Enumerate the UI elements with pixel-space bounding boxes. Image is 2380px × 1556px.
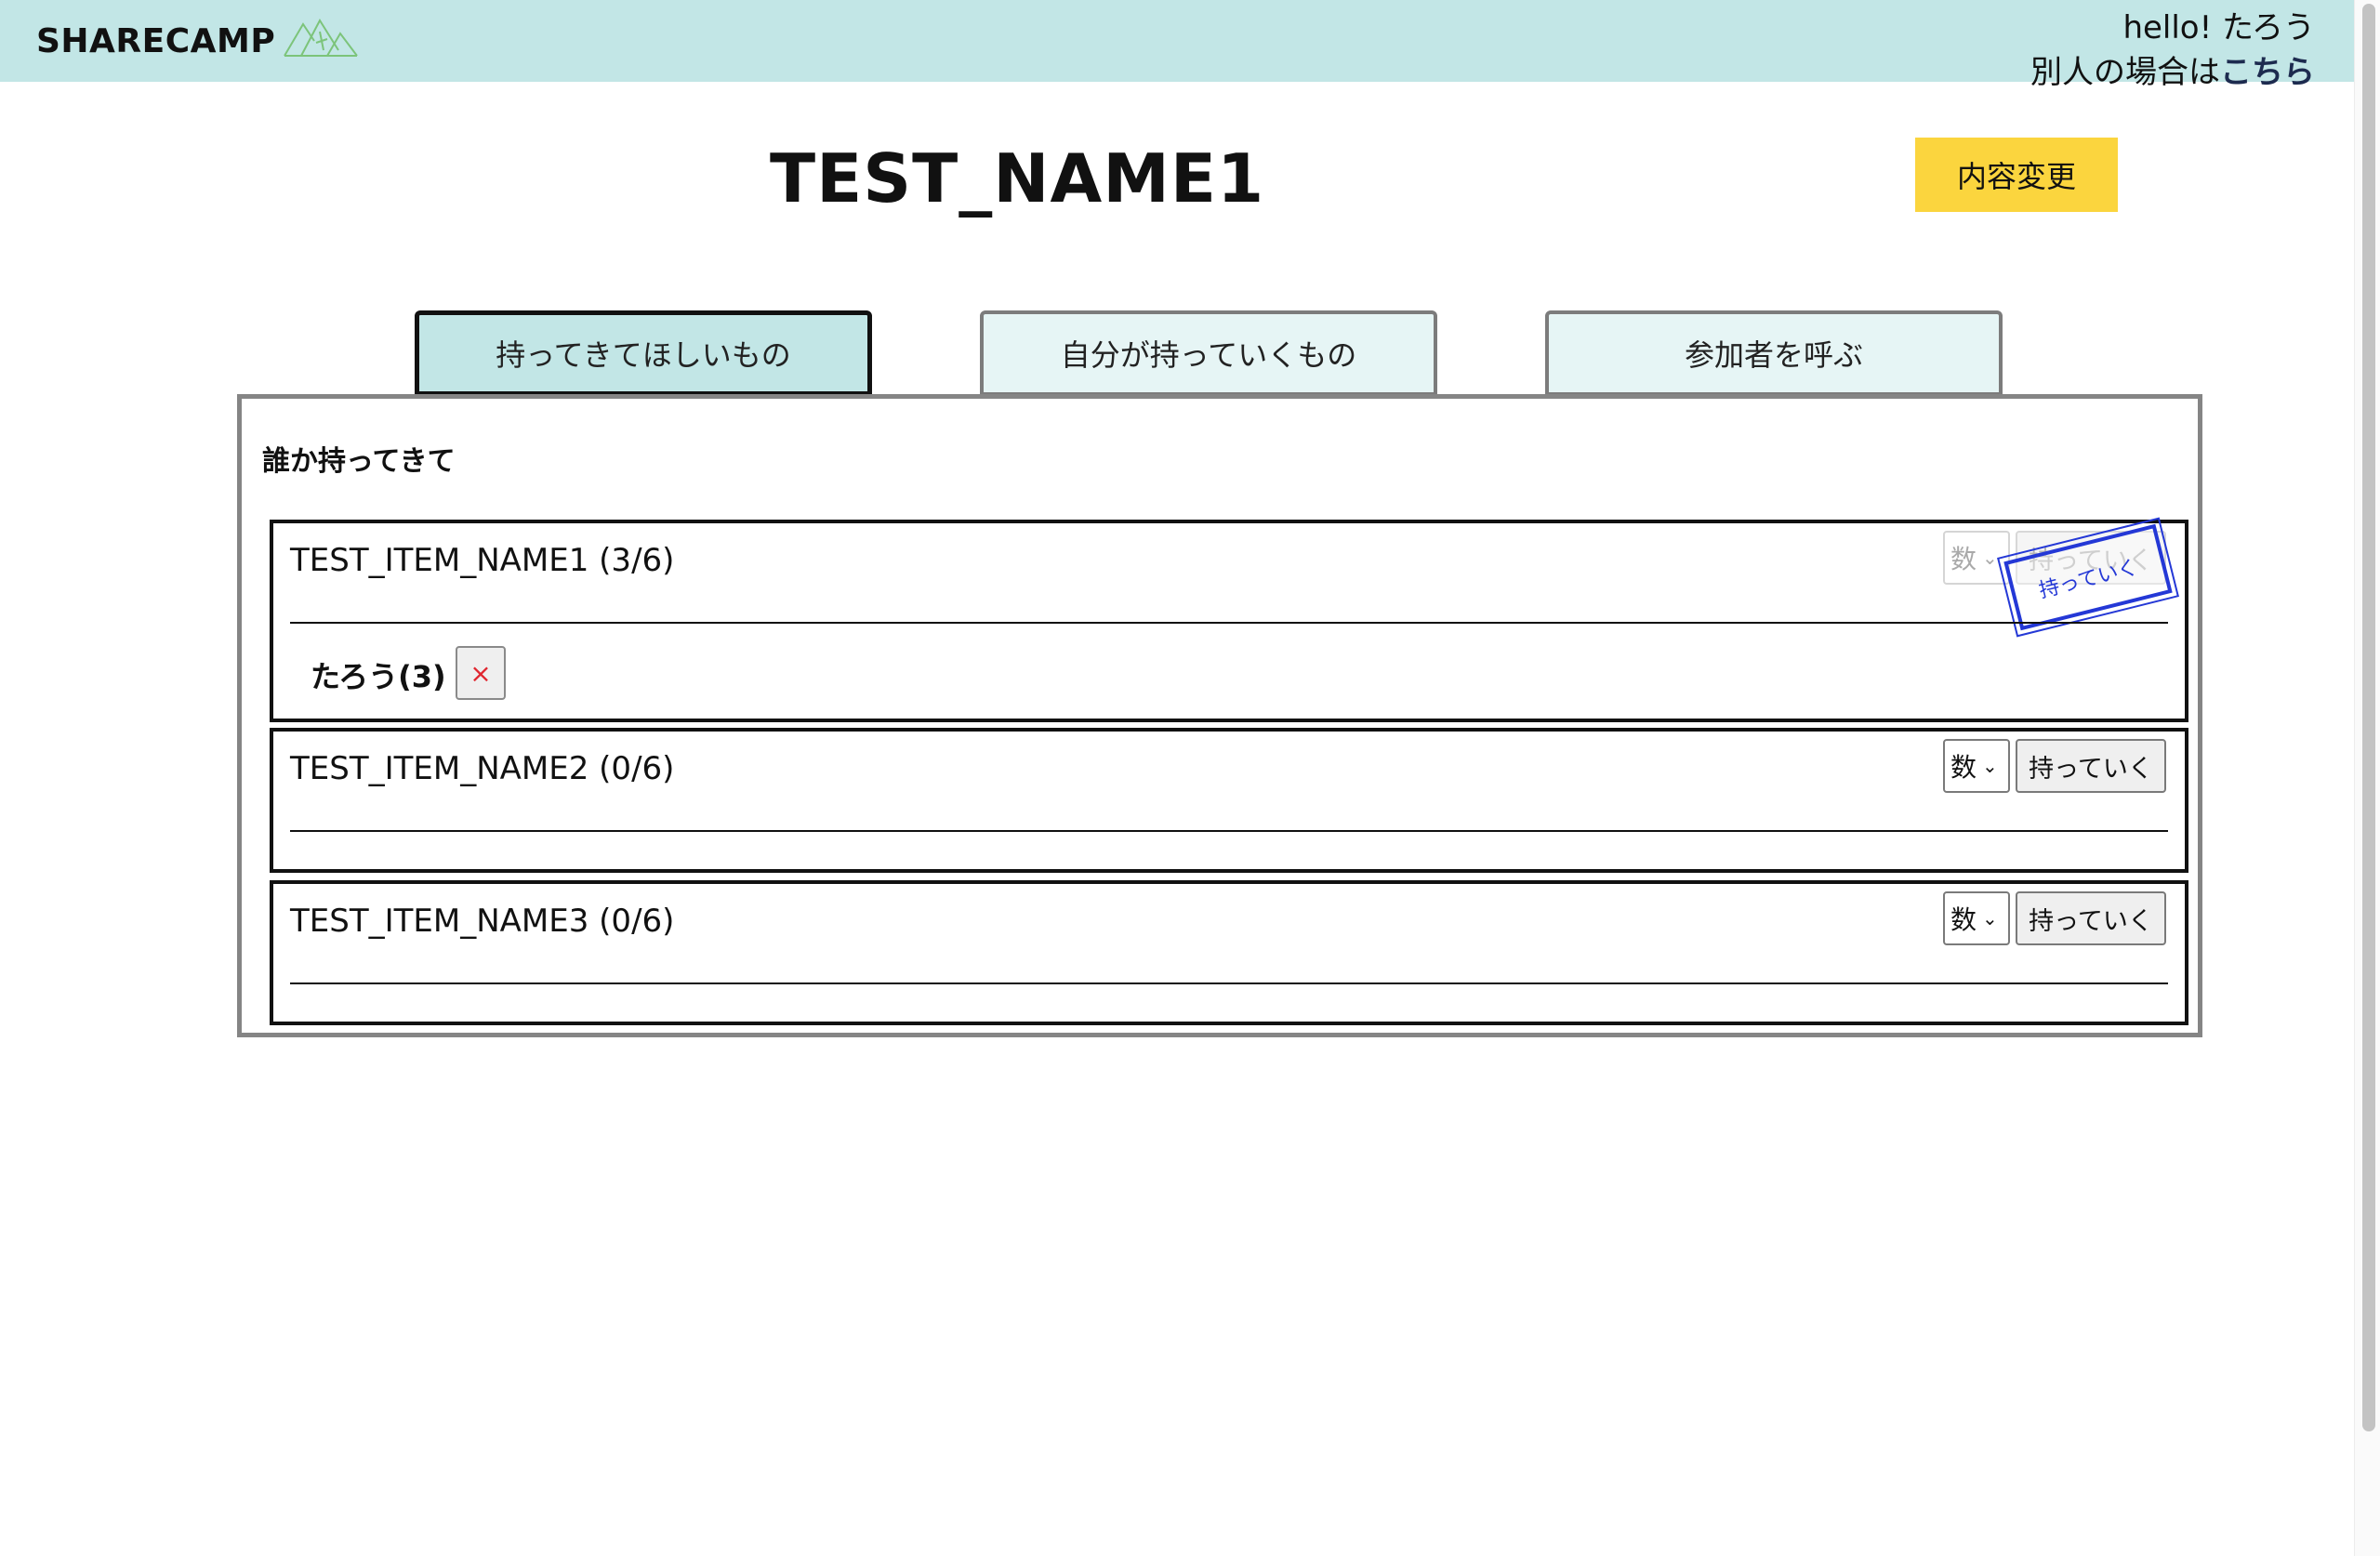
panel-heading: 誰か持ってきて	[262, 445, 456, 478]
bring-button[interactable]: 持っていく	[2016, 891, 2166, 945]
item-divider	[290, 982, 2168, 984]
item-name: TEST_ITEM_NAME3	[290, 903, 589, 940]
item-title: TEST_ITEM_NAME1 (3/6)	[290, 542, 674, 579]
item-title: TEST_ITEM_NAME2 (0/6)	[290, 750, 674, 787]
chevron-down-icon: ⌄	[1982, 755, 1998, 777]
quantity-select[interactable]: 数 ⌄	[1943, 531, 2010, 585]
quantity-select-label: 数	[1950, 544, 1977, 574]
item-count: (3/6)	[599, 542, 675, 579]
page: SHARECAMP hello! たろう 別人の場合はこちら TEST_NAME…	[0, 0, 2380, 1556]
item-divider	[290, 622, 2168, 624]
quantity-select-label: 数	[1950, 904, 1977, 935]
tab-my-items[interactable]: 自分が持っていくもの	[980, 310, 1437, 396]
tab-invite-participants[interactable]: 参加者を呼ぶ	[1545, 310, 2003, 396]
item-divider	[290, 830, 2168, 832]
item-name: TEST_ITEM_NAME1	[290, 542, 589, 579]
logo-text[interactable]: SHARECAMP	[36, 22, 275, 60]
chevron-down-icon: ⌄	[1982, 547, 1998, 569]
quantity-select[interactable]: 数 ⌄	[1943, 891, 2010, 945]
mountain-tent-icon	[284, 18, 358, 57]
item-count: (0/6)	[599, 750, 675, 787]
participant-entry: たろう(3)	[311, 659, 446, 694]
item-card: TEST_ITEM_NAME2 (0/6) 数 ⌄ 持っていく	[270, 728, 2188, 873]
scrollbar-thumb[interactable]	[2362, 4, 2375, 1431]
remove-participant-button[interactable]: ×	[456, 646, 506, 700]
edit-content-button[interactable]: 内容変更	[1915, 138, 2118, 212]
bring-button[interactable]: 持っていく	[2016, 739, 2166, 793]
item-name: TEST_ITEM_NAME2	[290, 750, 589, 787]
switch-user-line: 別人の場合はこちら	[2030, 46, 2315, 92]
items-panel: 誰か持ってきて TEST_ITEM_NAME1 (3/6) 数 ⌄ 持っていく 持…	[237, 394, 2202, 1037]
quantity-select-label: 数	[1950, 752, 1977, 783]
vertical-scrollbar[interactable]	[2354, 0, 2380, 1556]
chevron-down-icon: ⌄	[1982, 907, 1998, 930]
item-card: TEST_ITEM_NAME1 (3/6) 数 ⌄ 持っていく 持っていく たろう…	[270, 515, 2188, 722]
page-title: TEST_NAME1	[770, 139, 1265, 218]
greeting-text: hello! たろう	[2122, 9, 2315, 46]
tab-requested-items[interactable]: 持ってきてほしいもの	[415, 310, 872, 396]
header-bar: SHARECAMP hello! たろう 別人の場合はこちら	[0, 0, 2354, 91]
quantity-select[interactable]: 数 ⌄	[1943, 739, 2010, 793]
item-title: TEST_ITEM_NAME3 (0/6)	[290, 903, 674, 940]
switch-user-prefix: 別人の場合は	[2030, 54, 2220, 91]
item-card: TEST_ITEM_NAME3 (0/6) 数 ⌄ 持っていく	[270, 880, 2188, 1025]
item-count: (0/6)	[599, 903, 675, 940]
switch-user-link[interactable]: こちら	[2220, 54, 2315, 91]
